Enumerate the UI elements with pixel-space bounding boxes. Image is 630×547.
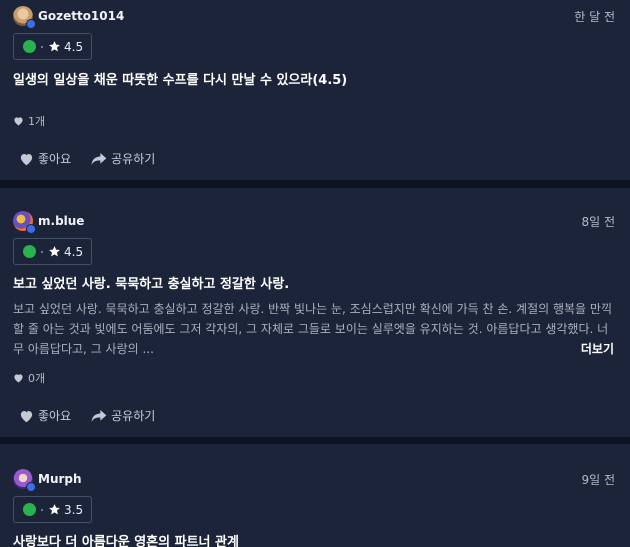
heart-icon: [20, 410, 33, 422]
green-dot-icon: [23, 40, 36, 53]
review-body[interactable]: 보고 싶었던 사랑. 묵묵하고 충실하고 정갈한 사랑. 반짝 빛나는 눈, 조…: [13, 299, 616, 359]
like-label: 좋아요: [38, 409, 72, 423]
avatar[interactable]: [13, 6, 36, 29]
read-more-link[interactable]: 더보기: [574, 339, 614, 359]
share-label: 공유하기: [111, 409, 156, 423]
rating-badge: 4.5: [13, 33, 93, 60]
like-count: 0개: [13, 370, 45, 386]
review-title[interactable]: 일생의 일상을 채운 따뜻한 수프를 다시 만날 수 있으라(4.5): [13, 72, 616, 90]
heart-icon: [14, 117, 23, 126]
verified-badge-icon: [26, 482, 36, 492]
review-body-text: 보고 싶었던 사랑. 묵묵하고 충실하고 정갈한 사랑. 반짝 빛나는 눈, 조…: [13, 302, 612, 356]
avatar[interactable]: [13, 211, 36, 234]
star-icon: [49, 504, 60, 515]
rating-badge: 4.5: [13, 238, 93, 265]
review-feed: Gozetto1014 한 달 전 4.5 일생의 일상을 채운 따뜻한 수프를…: [0, 0, 630, 547]
review-date: 한 달 전: [574, 9, 615, 24]
share-arrow-icon: [91, 409, 107, 422]
separator: [41, 45, 43, 48]
review-card: Murph 9일 전 3.5 사랑보다 더 아름다운 영혼의 파트너 관계: [0, 444, 630, 547]
review-card: m.blue 8일 전 4.5 보고 싶었던 사랑. 묵묵하고 충실하고 정갈한…: [0, 188, 630, 437]
like-label: 좋아요: [38, 152, 72, 166]
rating-badge: 3.5: [13, 496, 93, 523]
action-bar: 좋아요 공유하기: [19, 150, 175, 167]
like-button[interactable]: 좋아요: [19, 150, 71, 167]
green-dot-icon: [23, 503, 36, 516]
review-header: Gozetto1014 한 달 전: [13, 6, 616, 29]
review-header: m.blue 8일 전: [13, 211, 616, 234]
review-title[interactable]: 사랑보다 더 아름다운 영혼의 파트너 관계: [13, 534, 616, 547]
share-arrow-icon: [91, 152, 107, 165]
rating-value: 4.5: [64, 244, 84, 259]
like-count: 1개: [13, 113, 45, 129]
action-bar: 좋아요 공유하기: [19, 407, 175, 424]
star-icon: [49, 41, 60, 52]
verified-badge-icon: [26, 224, 36, 234]
like-count-text: 0개: [28, 372, 46, 385]
username[interactable]: m.blue: [38, 214, 84, 228]
review-date: 8일 전: [581, 214, 615, 229]
green-dot-icon: [23, 245, 36, 258]
like-count-text: 1개: [28, 115, 46, 128]
like-button[interactable]: 좋아요: [19, 407, 71, 424]
review-header: Murph 9일 전: [13, 469, 616, 492]
username[interactable]: Murph: [38, 472, 82, 486]
star-icon: [49, 246, 60, 257]
heart-icon: [20, 153, 33, 165]
username[interactable]: Gozetto1014: [38, 9, 124, 23]
avatar[interactable]: [13, 469, 36, 492]
review-title[interactable]: 보고 싶었던 사랑. 묵묵하고 충실하고 정갈한 사랑.: [13, 276, 616, 294]
separator: [41, 250, 43, 253]
review-date: 9일 전: [581, 472, 615, 487]
rating-value: 3.5: [64, 502, 84, 517]
share-button[interactable]: 공유하기: [91, 407, 155, 424]
heart-icon: [14, 374, 23, 383]
rating-value: 4.5: [64, 39, 84, 54]
share-label: 공유하기: [111, 152, 156, 166]
share-button[interactable]: 공유하기: [91, 150, 155, 167]
separator: [41, 508, 43, 511]
verified-badge-icon: [26, 19, 36, 29]
review-card: Gozetto1014 한 달 전 4.5 일생의 일상을 채운 따뜻한 수프를…: [0, 0, 630, 180]
